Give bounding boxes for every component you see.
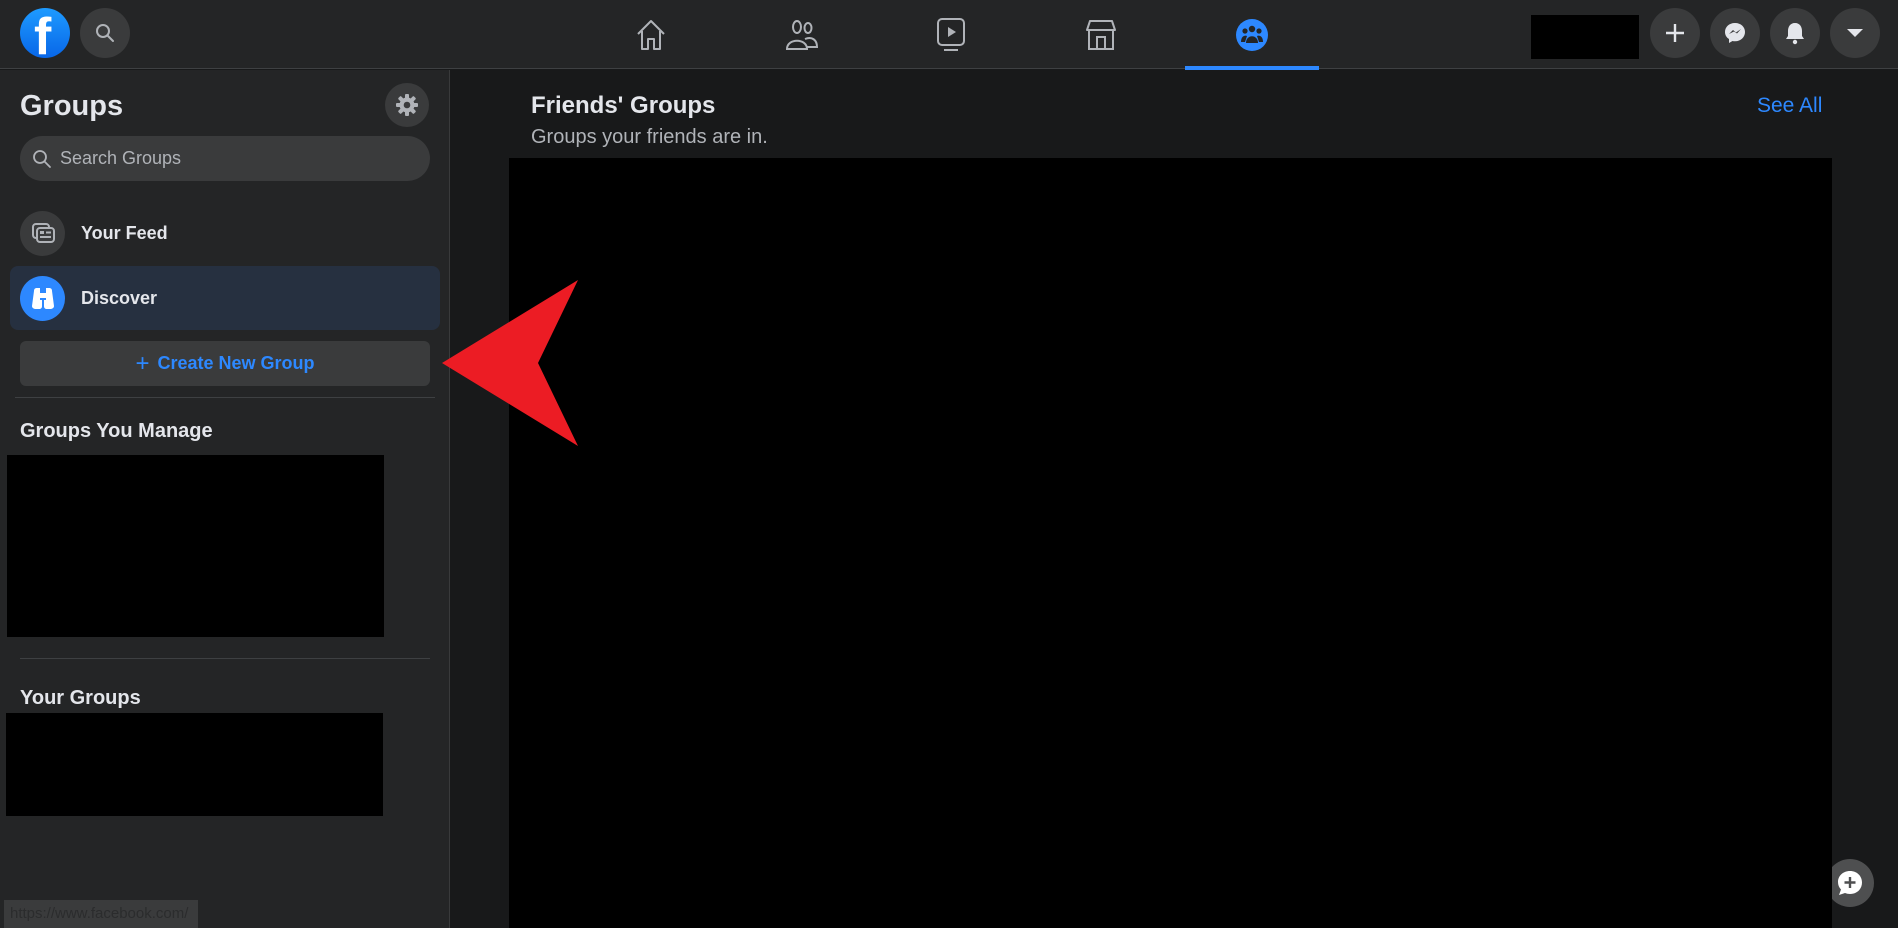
sidebar-item-label: Your Feed — [81, 222, 168, 243]
settings-button[interactable] — [385, 83, 429, 127]
search-button[interactable] — [80, 8, 130, 58]
managed-groups-redacted[interactable] — [7, 455, 384, 637]
messenger-button[interactable] — [1710, 8, 1760, 58]
groups-icon — [1236, 18, 1268, 51]
messenger-icon — [1725, 23, 1745, 43]
watch-icon — [937, 17, 965, 51]
sidebar-item-discover[interactable]: Discover — [10, 266, 440, 330]
sidebar-title: Groups — [20, 90, 124, 122]
divider — [15, 397, 435, 398]
friends-groups-redacted[interactable] — [509, 158, 1832, 928]
new-message-icon — [1838, 871, 1862, 895]
account-menu-icon — [1847, 29, 1863, 37]
tab-home[interactable] — [584, 0, 718, 69]
account-menu-button[interactable] — [1830, 8, 1880, 58]
section-subtitle: Groups your friends are in. — [531, 126, 768, 148]
feed-icon-wrap — [20, 210, 65, 256]
tab-watch[interactable] — [884, 0, 1018, 69]
feed-icon — [31, 223, 55, 243]
create-new-group-button[interactable]: + Create New Group — [20, 341, 430, 386]
create-new-group-label: Create New Group — [157, 353, 315, 373]
binoculars-icon-wrap — [20, 275, 65, 321]
facebook-logo-icon: f — [34, 8, 52, 58]
home-icon — [637, 19, 665, 50]
notifications-button[interactable] — [1770, 8, 1820, 58]
tab-marketplace[interactable] — [1034, 0, 1168, 69]
marketplace-icon — [1086, 19, 1116, 50]
status-url: https://www.facebook.com/ — [4, 900, 198, 928]
groups-you-manage-heading: Groups You Manage — [20, 420, 213, 442]
new-message-button[interactable] — [1826, 859, 1874, 907]
search-groups-field[interactable] — [20, 136, 430, 181]
facebook-logo[interactable]: f — [20, 8, 70, 58]
your-groups-redacted[interactable] — [6, 713, 383, 816]
sidebar-item-your-feed[interactable]: Your Feed — [10, 201, 440, 265]
search-icon — [96, 24, 114, 42]
top-navigation-bar: f — [0, 0, 1898, 70]
search-groups-input[interactable] — [60, 148, 400, 169]
see-all-link[interactable]: See All — [1757, 94, 1822, 118]
sidebar-item-label: Discover — [81, 287, 158, 308]
divider — [20, 658, 430, 659]
your-groups-heading: Your Groups — [20, 687, 141, 709]
friends-icon — [785, 19, 819, 50]
tab-friends[interactable] — [735, 0, 869, 69]
gear-icon — [396, 94, 418, 116]
binoculars-icon — [31, 288, 54, 309]
groups-sidebar: Groups Your Feed Discover + Create New G… — [0, 70, 450, 928]
notifications-icon — [1786, 23, 1804, 45]
create-icon — [1666, 24, 1684, 42]
search-icon — [33, 149, 51, 168]
create-button[interactable] — [1650, 8, 1700, 58]
plus-icon: + — [135, 349, 150, 377]
tab-groups[interactable] — [1185, 0, 1319, 70]
profile-redacted[interactable] — [1531, 15, 1639, 59]
section-title: Friends' Groups — [531, 92, 716, 119]
